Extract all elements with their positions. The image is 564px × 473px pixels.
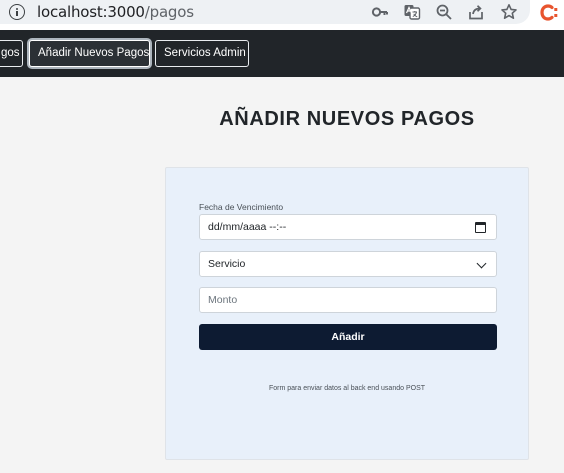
browser-toolbar: localhost:3000/pagos [0, 0, 564, 30]
translate-icon[interactable] [403, 3, 421, 21]
chevron-down-icon [476, 258, 487, 269]
extension-icon[interactable] [539, 3, 559, 23]
due-date-input[interactable]: dd/mm/aaaa --:-- [199, 214, 497, 240]
nav-pagos-button[interactable]: gos [0, 40, 23, 67]
service-select[interactable]: Servicio [199, 251, 497, 277]
page-title: AÑADIR NUEVOS PAGOS [219, 108, 475, 130]
form-note: Form para enviar datos al back end usand… [268, 385, 426, 392]
due-date-placeholder: dd/mm/aaaa --:-- [208, 221, 287, 233]
key-icon[interactable] [371, 3, 389, 21]
payment-form-card: Fecha de Vencimiento dd/mm/aaaa --:-- Se… [165, 167, 529, 460]
url-text[interactable]: localhost:3000/pagos [37, 3, 194, 21]
site-info-icon[interactable] [9, 4, 25, 20]
bookmark-star-icon[interactable] [500, 3, 518, 21]
add-payment-button[interactable]: Añadir [199, 324, 497, 350]
url-path: /pagos [144, 3, 194, 21]
main-navbar: gos Añadir Nuevos Pagos Servicios Admin [0, 30, 564, 77]
service-select-value: Servicio [208, 258, 246, 270]
nav-add-payments-button[interactable]: Añadir Nuevos Pagos [29, 40, 150, 67]
due-date-label: Fecha de Vencimiento [199, 202, 284, 212]
calendar-icon[interactable] [475, 222, 486, 233]
amount-input[interactable]: Monto [199, 287, 497, 313]
share-icon[interactable] [467, 3, 485, 21]
amount-placeholder: Monto [208, 294, 238, 306]
url-host: localhost:3000 [37, 3, 145, 21]
zoom-out-icon[interactable] [435, 3, 453, 21]
nav-services-admin-button[interactable]: Servicios Admin [155, 40, 249, 67]
